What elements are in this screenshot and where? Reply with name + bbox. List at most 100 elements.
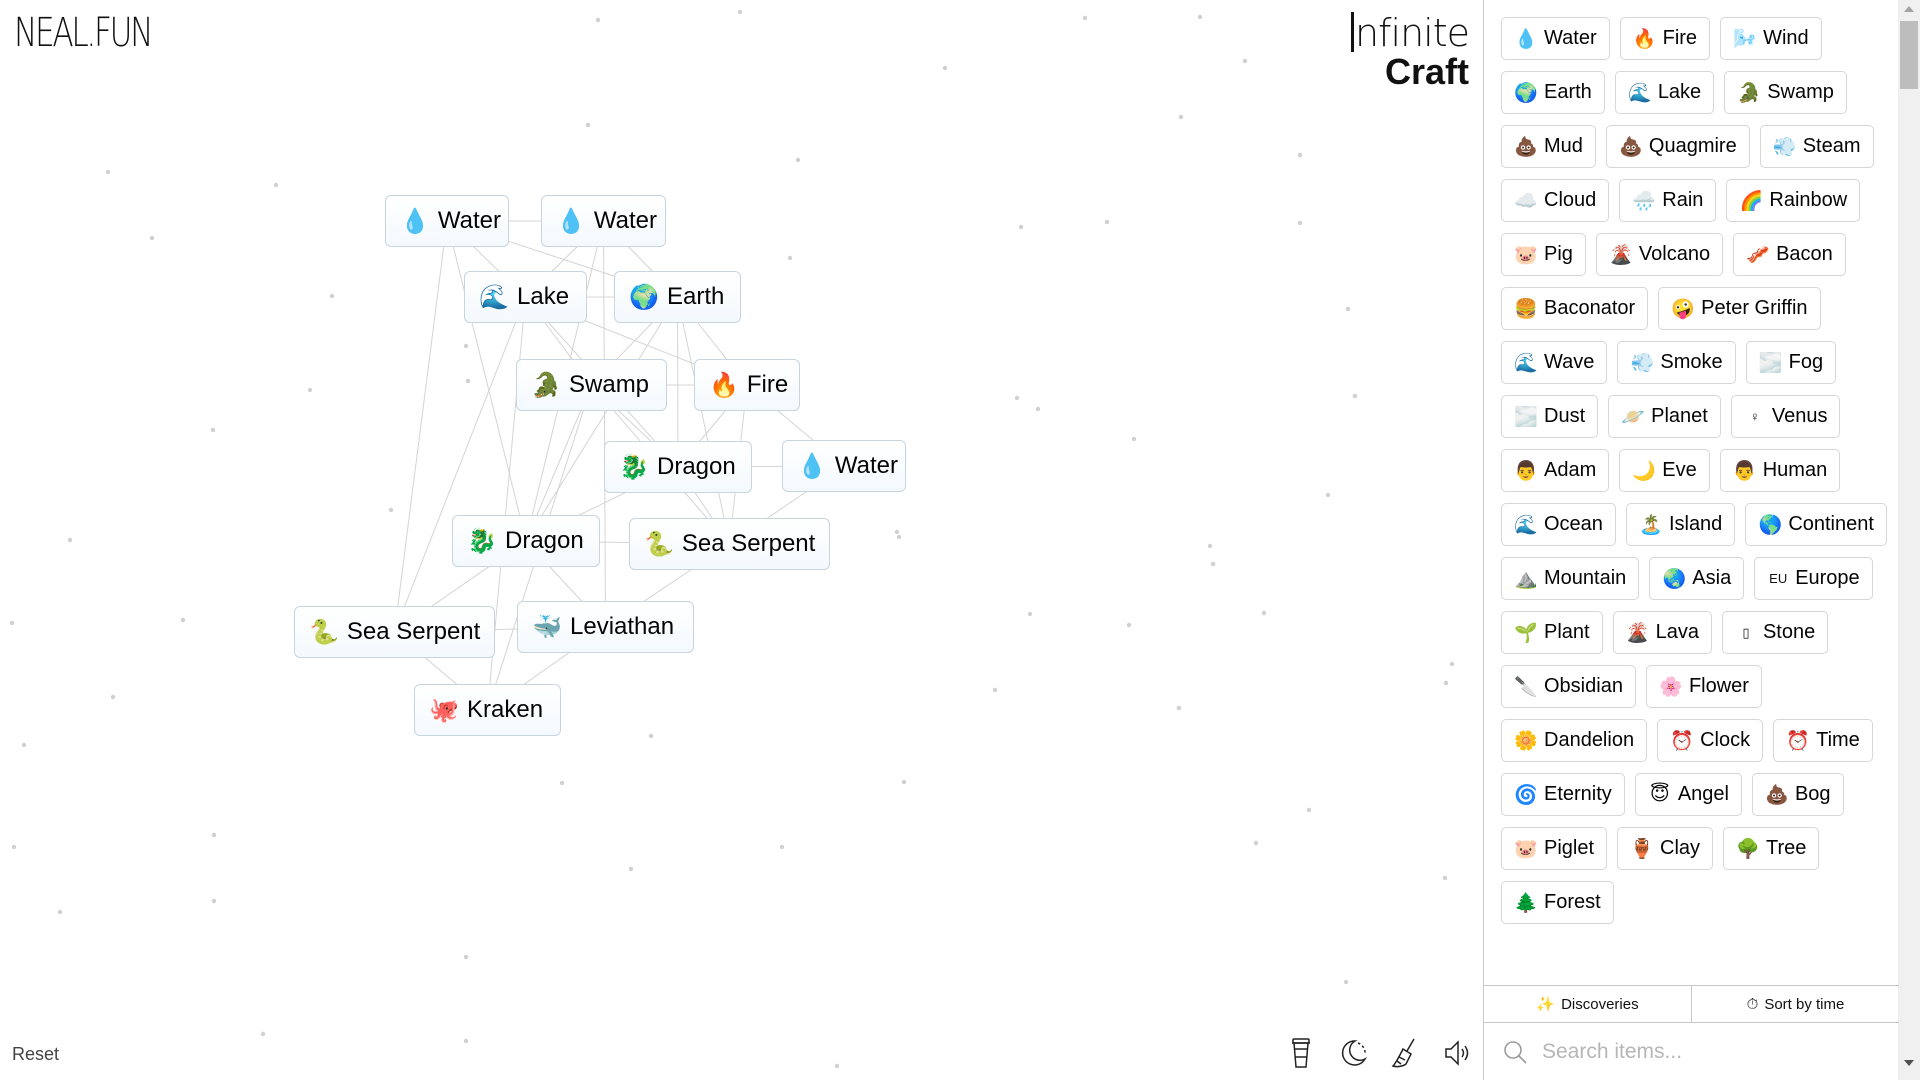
connection-line [446,220,527,542]
sidebar-item-wind[interactable]: 🌬️ Wind [1720,17,1822,60]
sidebar-item-human[interactable]: 👨 Human [1719,449,1841,492]
timer-icon: ⏱ [1746,995,1759,1013]
sidebar-item-adam[interactable]: 👨 Adam [1501,449,1610,492]
scrollbar-thumb[interactable] [1900,21,1918,89]
sidebar-item-plant[interactable]: 🌱 Plant [1501,611,1603,654]
sidebar-item-venus[interactable]: ♀ Venus [1730,395,1841,438]
sidebar-item-ocean[interactable]: 🌊 Ocean [1501,503,1616,546]
canvas-item-label: Water [437,207,502,234]
canvas-item-swamp[interactable]: 🐊 Swamp [516,359,667,411]
sidebar-item-tree[interactable]: 🌳 Tree [1723,827,1820,870]
sidebar-item-label: Earth [1544,81,1592,103]
sidebar-item-label: Time [1816,729,1860,751]
sidebar-item-time[interactable]: ⏰ Time [1773,719,1873,762]
sidebar-item-lava[interactable]: 🌋 Lava [1612,611,1712,654]
sidebar-item-continent[interactable]: 🌎 Continent [1745,503,1887,546]
sort-label: Sort by time [1764,995,1845,1013]
clear-canvas-button[interactable] [1390,1035,1420,1071]
sidebar-item-angel[interactable]: 😇 Angel [1634,773,1742,816]
sidebar-item-mountain[interactable]: ⛰️ Mountain [1501,557,1640,600]
europe-icon: EU [1769,571,1788,586]
sidebar-item-label: Human [1762,459,1828,481]
sidebar-item-smoke[interactable]: 💨 Smoke [1617,341,1736,384]
sidebar-item-dandelion[interactable]: 🌼 Dandelion [1501,719,1648,762]
scroll-up-icon[interactable] [1904,6,1914,12]
sidebar-item-fog[interactable]: 🌫️ Fog [1745,341,1837,384]
neal-fun-logo[interactable]: NEAL.FUN [14,10,153,56]
crafting-canvas[interactable]: NEAL.FUN nfinite Craft 💧 Water 💧 Water 🌊 Lake… [0,0,1483,1080]
canvas-item-label: Dragon [505,527,584,554]
water-icon: 💧 [1514,28,1538,50]
sidebar-item-pig[interactable]: 🐷 Pig [1501,233,1586,276]
canvas-item-fire[interactable]: 🔥 Fire [694,359,800,411]
sidebar-item-obsidian[interactable]: 🔪 Obsidian [1501,665,1636,708]
dragon-icon: 🐉 [619,453,649,481]
sidebar-item-label: Baconator [1544,297,1636,319]
sidebar-item-piglet[interactable]: 🐷 Piglet [1501,827,1608,870]
sidebar-item-clock[interactable]: ⏰ Clock [1657,719,1764,762]
dark-mode-button[interactable] [1338,1035,1368,1071]
sidebar-item-planet[interactable]: 🪐 Planet [1608,395,1721,438]
sidebar-item-water[interactable]: 💧 Water [1501,17,1610,60]
sidebar-item-bog[interactable]: 💩 Bog [1751,773,1844,816]
sidebar-item-earth[interactable]: 🌍 Earth [1501,71,1605,114]
canvas-item-water-2[interactable]: 💧 Water [541,195,666,247]
text-cursor-icon [1351,12,1355,52]
sidebar-item-rain[interactable]: 🌧️ Rain [1619,179,1717,222]
sidebar-item-eve[interactable]: 🌙 Eve [1619,449,1710,492]
sidebar-item-eternity[interactable]: 🌀 Eternity [1501,773,1625,816]
sidebar-item-fire[interactable]: 🔥 Fire [1619,17,1711,60]
sidebar-item-asia[interactable]: 🌏 Asia [1649,557,1745,600]
sidebar-item-stone[interactable]: ▯ Stone [1721,611,1829,654]
sidebar-item-volcano[interactable]: 🌋 Volcano [1595,233,1724,276]
canvas-item-sea-serpent-1[interactable]: 🐍 Sea Serpent [629,518,830,570]
canvas-item-dragon-2[interactable]: 🐉 Dragon [452,515,600,567]
canvas-item-label: Earth [667,283,725,310]
sidebar-item-peter-griffin[interactable]: 🤪 Peter Griffin [1658,287,1821,330]
canvas-item-water-3[interactable]: 💧 Water [782,440,906,492]
sidebar-item-label: Fog [1788,351,1824,373]
sidebar-item-wave[interactable]: 🌊 Wave [1501,341,1608,384]
sidebar-item-clay[interactable]: 🏺 Clay [1617,827,1714,870]
sound-button[interactable] [1442,1035,1472,1071]
search-input[interactable] [1542,1039,1862,1064]
sidebar-item-europe[interactable]: EU Europe [1754,557,1873,600]
sidebar-item-baconator[interactable]: 🍔 Baconator [1501,287,1649,330]
sidebar-item-label: Cloud [1544,189,1597,211]
sidebar-item-quagmire[interactable]: 💩 Quagmire [1605,125,1750,168]
sidebar-item-cloud[interactable]: ☁️ Cloud [1501,179,1610,222]
sidebar-item-label: Clock [1700,729,1751,751]
sidebar-item-rainbow[interactable]: 🌈 Rainbow [1726,179,1861,222]
sidebar-item-forest[interactable]: 🌲 Forest [1501,881,1614,924]
sidebar-item-bacon[interactable]: 🥓 Bacon [1733,233,1846,276]
canvas-item-lake[interactable]: 🌊 Lake [464,271,587,323]
canvas-item-kraken[interactable]: 🐙 Kraken [414,684,561,736]
water-icon: 💧 [556,207,586,235]
kraken-icon: 🐙 [429,696,459,724]
canvas-item-dragon-1[interactable]: 🐉 Dragon [604,441,752,493]
sort-by-time-button[interactable]: ⏱ Sort by time [1691,986,1899,1022]
reset-button[interactable]: Reset [12,1044,59,1065]
sidebar-item-swamp[interactable]: 🐊 Swamp [1724,71,1847,114]
canvas-item-leviathan[interactable]: 🐳 Leviathan [517,601,694,653]
sidebar-item-flower[interactable]: 🌸 Flower [1645,665,1762,708]
coffee-button[interactable] [1286,1035,1316,1071]
sidebar-item-steam[interactable]: 💨 Steam [1759,125,1874,168]
sidebar-item-lake[interactable]: 🌊 Lake [1614,71,1715,114]
sidebar-item-label: Adam [1544,459,1597,481]
canvas-item-water-1[interactable]: 💧 Water [385,195,509,247]
flower-icon: 🌸 [1659,676,1683,698]
sidebar-item-dust[interactable]: 🌫️ Dust [1501,395,1599,438]
canvas-item-sea-serpent-2[interactable]: 🐍 Sea Serpent [294,606,495,658]
bacon-icon: 🥓 [1746,244,1770,266]
scroll-down-icon[interactable] [1904,1060,1914,1066]
dandelion-icon: 🌼 [1514,730,1538,752]
scrollbar[interactable] [1898,0,1920,1080]
sidebar-item-label: Quagmire [1648,135,1737,157]
sidebar-item-mud[interactable]: 💩 Mud [1501,125,1596,168]
discoveries-button[interactable]: ✨ Discoveries [1484,986,1691,1022]
sidebar-item-island[interactable]: 🏝️ Island [1625,503,1736,546]
sidebar-item-label: Wave [1544,351,1595,373]
canvas-item-earth[interactable]: 🌍 Earth [614,271,741,323]
sidebar-item-label: Wind [1763,27,1809,49]
